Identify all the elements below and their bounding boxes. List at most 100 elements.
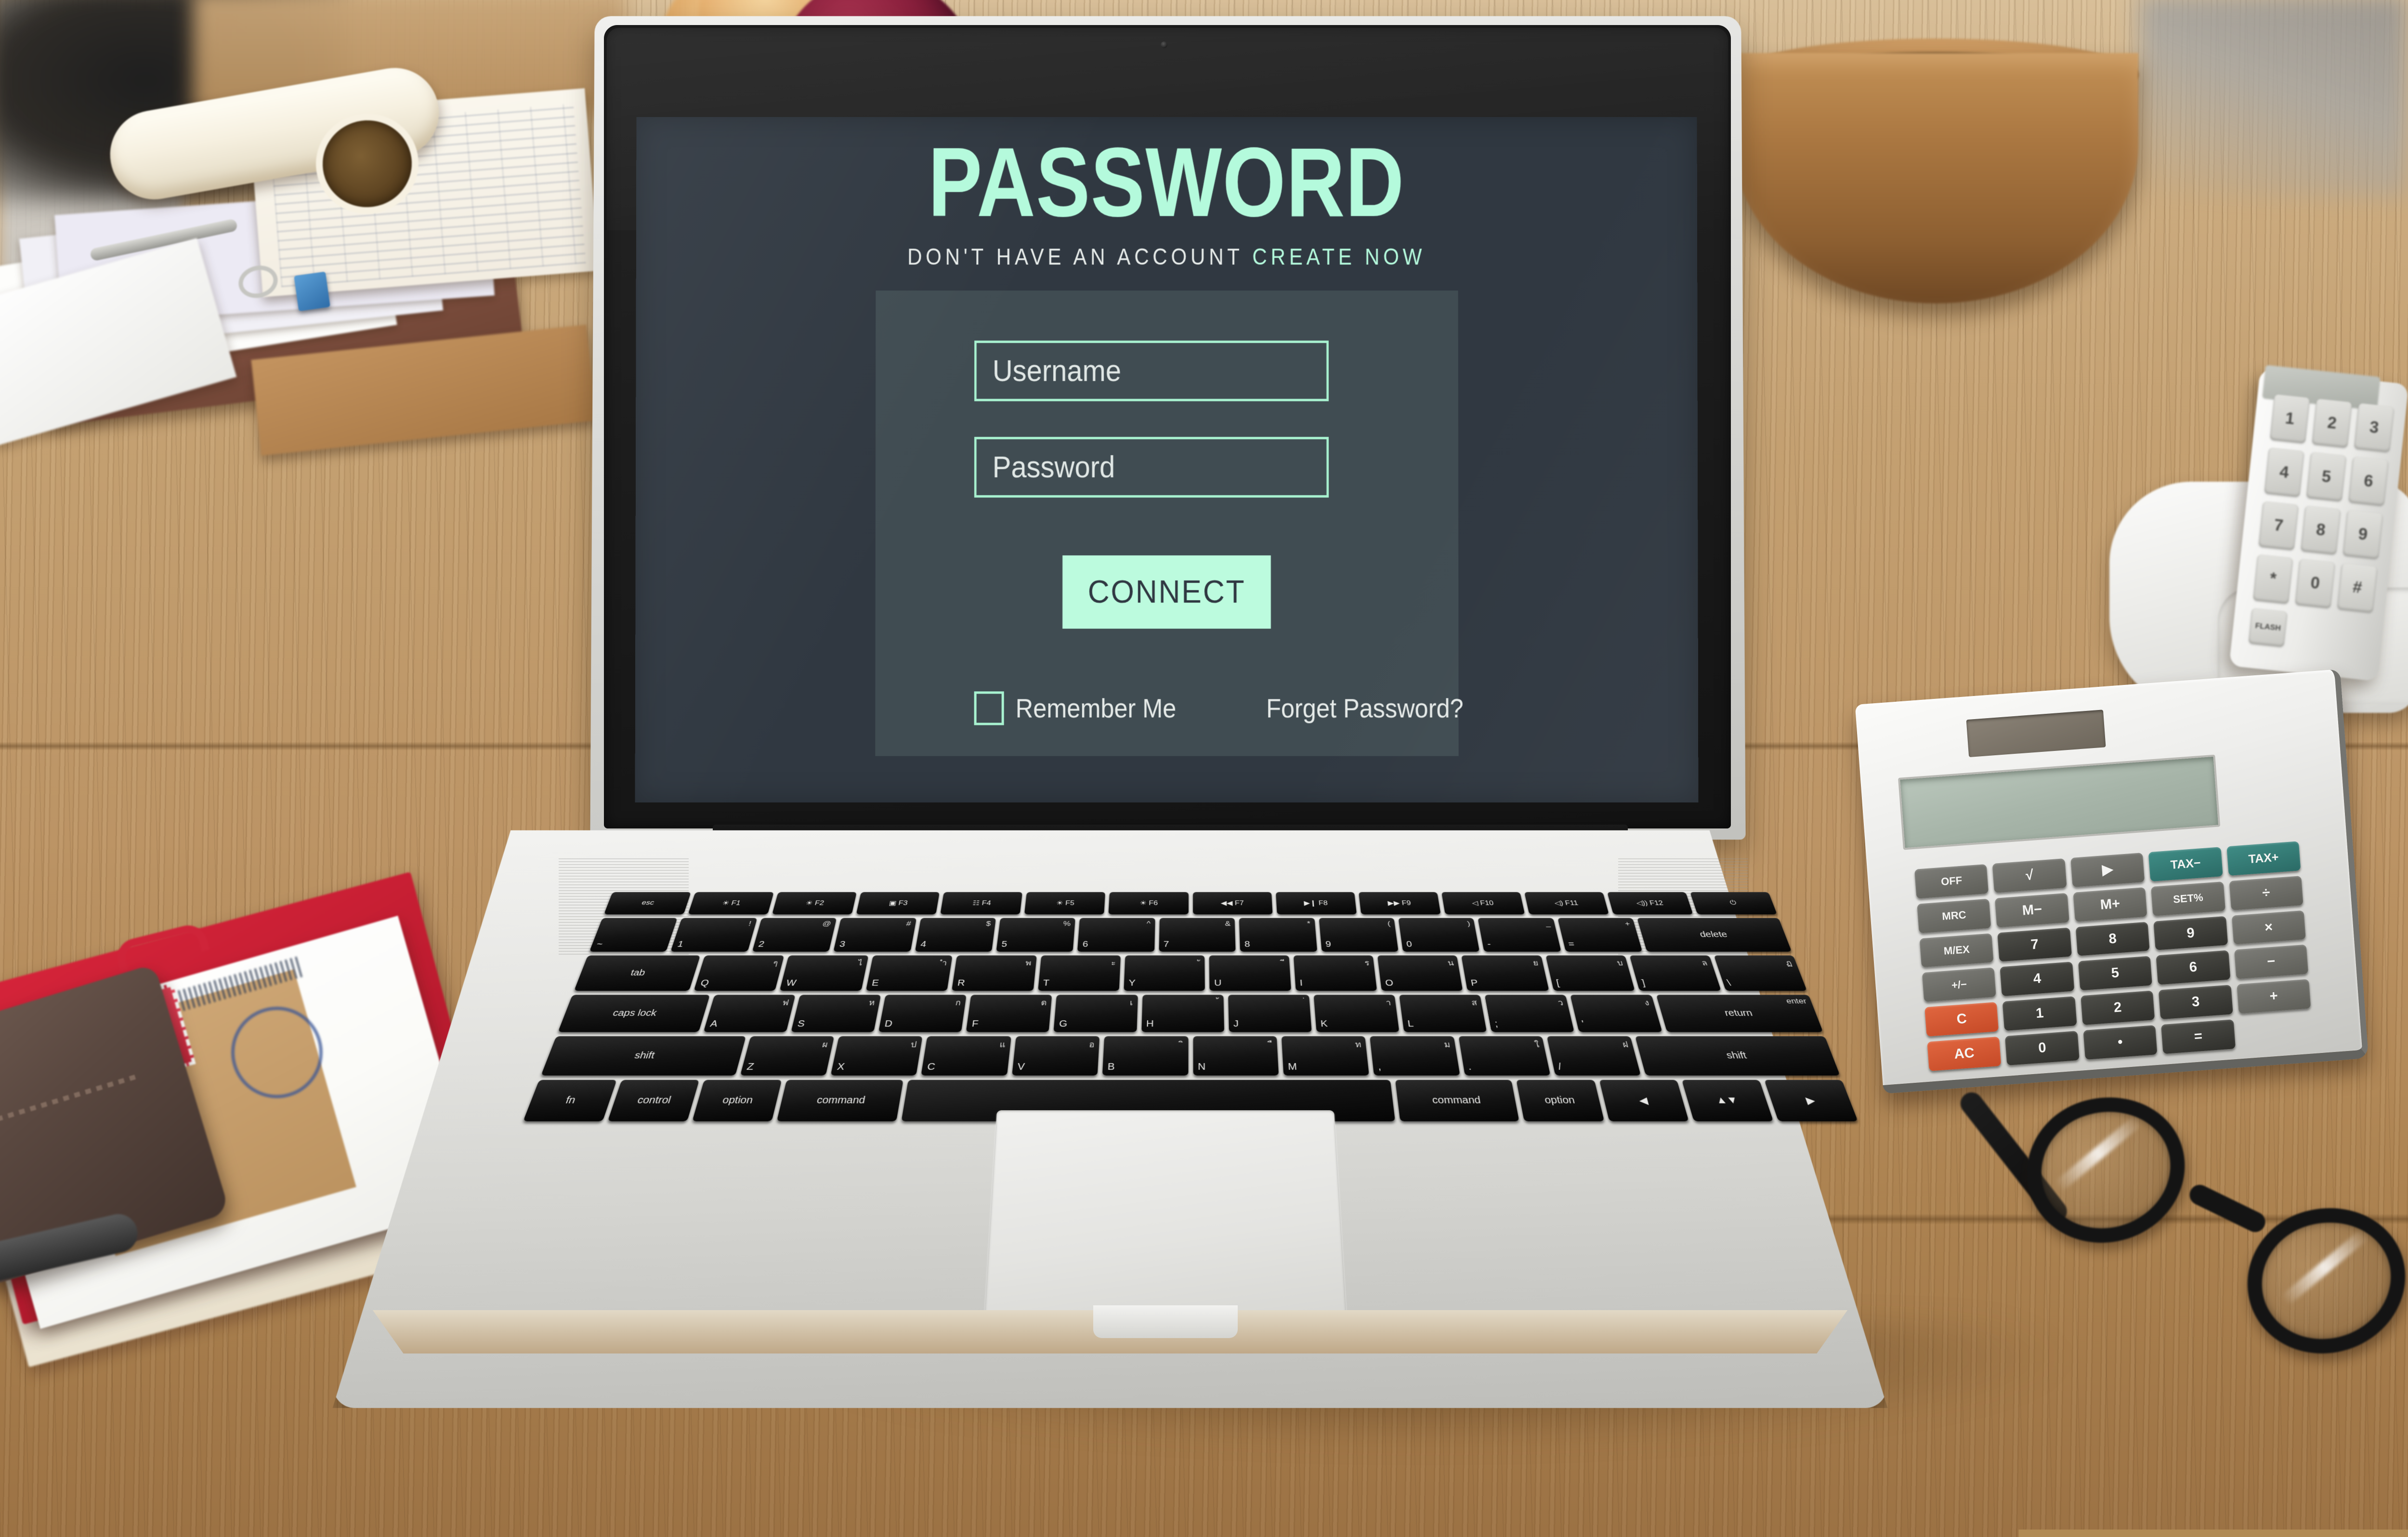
keyboard-key-f[interactable]: Fด [966, 995, 1052, 1032]
keyboard-key--[interactable]: ▲▼ [1681, 1080, 1773, 1121]
keyboard-key-p[interactable]: Pย [1462, 955, 1549, 991]
remember-me-checkbox[interactable] [974, 691, 1004, 725]
keyboard-key-o[interactable]: Oน [1377, 955, 1463, 991]
keyboard-key-1[interactable]: 1! [671, 918, 758, 952]
keyboard-key--[interactable]: ] ล [1630, 955, 1721, 991]
keyboard-key-shift[interactable]: shift [1635, 1036, 1840, 1076]
keyboard-key-tab[interactable]: tab [574, 955, 700, 991]
keyboard-key-7[interactable]: 7 & [1159, 918, 1236, 952]
phone-key-9[interactable]: 9 [2343, 510, 2383, 559]
keyboard-key-4[interactable]: 4 $ [915, 918, 996, 952]
keyboard-key--[interactable]: = + [1557, 918, 1643, 952]
keyboard-key--f10[interactable]: ◁ F10 [1441, 892, 1525, 914]
keyboard-key-i[interactable]: Iร [1293, 955, 1377, 991]
calculator-key-c[interactable]: C [1924, 1002, 1999, 1037]
keyboard-key-z[interactable]: Zผ [740, 1036, 834, 1076]
create-account-link[interactable]: CREATE NOW [1253, 244, 1426, 270]
calculator-key--[interactable]: × [2231, 910, 2305, 945]
keyboard-key-w[interactable]: Wไ [780, 955, 868, 991]
phone-key-4[interactable]: 4 [2264, 447, 2304, 497]
keyboard-key--f4[interactable]: ☷ F4 [941, 892, 1023, 914]
keyboard-key-option[interactable]: option [692, 1080, 782, 1121]
calculator-key-0[interactable]: 0 [2005, 1031, 2079, 1065]
keyboard-key-2[interactable]: 2 @ [752, 918, 837, 952]
calculator-key-6[interactable]: 6 [2156, 950, 2230, 985]
keyboard-key-a[interactable]: Aฟ [703, 995, 795, 1032]
keyboard-key--[interactable]: ⏻ [1690, 892, 1777, 914]
calculator-key-7[interactable]: 7 [1998, 927, 2072, 962]
calculator-key--[interactable]: = [2161, 1019, 2235, 1054]
calculator-key-m-ex[interactable]: M/EX [1920, 933, 1994, 968]
calculator-key-8[interactable]: 8 [2076, 921, 2150, 956]
keyboard-key-0[interactable]: 0) [1398, 918, 1479, 952]
calculator-key-set-[interactable]: SET% [2151, 881, 2225, 916]
keyboard-key-command[interactable]: command [1395, 1080, 1519, 1121]
keyboard-key-return[interactable]: return enter [1656, 995, 1823, 1032]
keyboard-key-x[interactable]: Xป [830, 1036, 922, 1076]
connect-button[interactable]: CONNECT [1062, 555, 1271, 629]
calculator-keypad[interactable]: OFF √ ▶ TAX− TAX+ MRC M− M+ SET% ÷ M/EX 7 8 9 × +/− 4 5 6−… [1914, 841, 2314, 1071]
keyboard-key--f2[interactable]: ☀ F2 [772, 892, 857, 914]
phone-key-6[interactable]: 6 [2348, 457, 2389, 506]
keyboard-key--f12[interactable]: ◁)) F12 [1607, 892, 1693, 914]
keyboard-key-l[interactable]: Lส [1399, 995, 1487, 1032]
phone-key-8[interactable]: 8 [2301, 505, 2341, 555]
calculator-key-3[interactable]: 3 [2159, 985, 2233, 1020]
phone-key-2[interactable]: 2 [2312, 399, 2352, 448]
keyboard-key-6[interactable]: 6 ^ [1077, 918, 1155, 952]
password-input[interactable]: Password [974, 437, 1328, 498]
keyboard-key-m[interactable]: Mท [1282, 1036, 1370, 1076]
keyboard-key-n[interactable]: Nื [1193, 1036, 1279, 1076]
calculator-key-4[interactable]: 4 [2000, 962, 2074, 997]
keyboard-key--f8[interactable]: ▶❙ F8 [1276, 892, 1357, 914]
keyboard-key-r[interactable]: Rพ [952, 955, 1036, 991]
keyboard-key-shift[interactable]: shift [541, 1036, 746, 1076]
keyboard-key--f11[interactable]: ◁) F11 [1524, 892, 1609, 914]
phone-key-1[interactable]: 1 [2270, 394, 2310, 444]
keyboard-key-h[interactable]: H้ [1141, 995, 1224, 1032]
keyboard-key-5[interactable]: 5% [996, 918, 1075, 952]
phone-key-flash[interactable]: FLASH [2249, 608, 2288, 647]
keyboard-key-caps-lock[interactable]: caps lock [558, 995, 709, 1032]
forget-password-link[interactable]: Forget Password? [1266, 693, 1463, 724]
keyboard-key-e[interactable]: Eำ [866, 955, 953, 991]
keyboard-key--[interactable]: ◀ [1599, 1080, 1688, 1121]
keyboard-key-s[interactable]: Sห [791, 995, 881, 1032]
keyboard-key-fn[interactable]: fn [523, 1080, 617, 1121]
calculator-key-ac[interactable]: AC [1927, 1037, 2001, 1071]
keyboard-key-q[interactable]: Qๆ [694, 955, 784, 991]
calculator-key--[interactable]: √ [1992, 858, 2067, 893]
keyboard-key-option[interactable]: option [1517, 1080, 1604, 1121]
calculator-key-m-[interactable]: M− [1995, 893, 2069, 928]
keyboard-key--[interactable]: ; ว [1485, 995, 1574, 1032]
keyboard-key--[interactable]: ,ม [1370, 1036, 1460, 1076]
keyboard-key-k[interactable]: Kา [1314, 995, 1400, 1032]
keyboard-key--f7[interactable]: ◀◀ F7 [1193, 892, 1273, 914]
keyboard-key-3[interactable]: 3 # [833, 918, 916, 952]
calculator-key-9[interactable]: 9 [2153, 916, 2227, 951]
keyboard-key--[interactable]: [บ [1545, 955, 1635, 991]
keyboard-key-c[interactable]: Cแ [921, 1036, 1011, 1076]
calculator-key--[interactable]: ÷ [2229, 876, 2303, 910]
calculator-key-mrc[interactable]: MRC [1917, 899, 1991, 933]
phone-key-*[interactable]: * [2253, 554, 2293, 604]
calculator-key-m-[interactable]: M+ [2073, 887, 2147, 922]
keyboard-key-esc[interactable]: esc [604, 892, 691, 914]
keyboard-key--f3[interactable]: ▣ F3 [856, 892, 940, 914]
keyboard-key-b[interactable]: Bิ [1102, 1036, 1188, 1076]
keyboard-key-j[interactable]: J่ [1228, 995, 1312, 1032]
keyboard-key-delete[interactable]: delete [1637, 918, 1792, 952]
keyboard-key--[interactable]: .ใ [1458, 1036, 1550, 1076]
calculator-key-5[interactable]: 5 [2078, 956, 2152, 991]
keyboard-key-8[interactable]: 8 * [1239, 918, 1317, 952]
keyboard-key--f9[interactable]: ▶▶ F9 [1359, 892, 1441, 914]
phone-key-7[interactable]: 7 [2259, 501, 2299, 551]
phone-key-0[interactable]: 0 [2295, 559, 2335, 608]
keyboard-key-y[interactable]: Yั [1124, 955, 1205, 991]
calculator-key--[interactable]: + [2237, 979, 2311, 1014]
keyboard-key--[interactable]: ~ [589, 918, 678, 952]
keyboard-key--[interactable]: ' ง [1570, 995, 1662, 1032]
phone-key-3[interactable]: 3 [2354, 403, 2395, 453]
keyboard-key-control[interactable]: control [608, 1080, 700, 1121]
keyboard-key--[interactable]: - _ [1478, 918, 1561, 952]
